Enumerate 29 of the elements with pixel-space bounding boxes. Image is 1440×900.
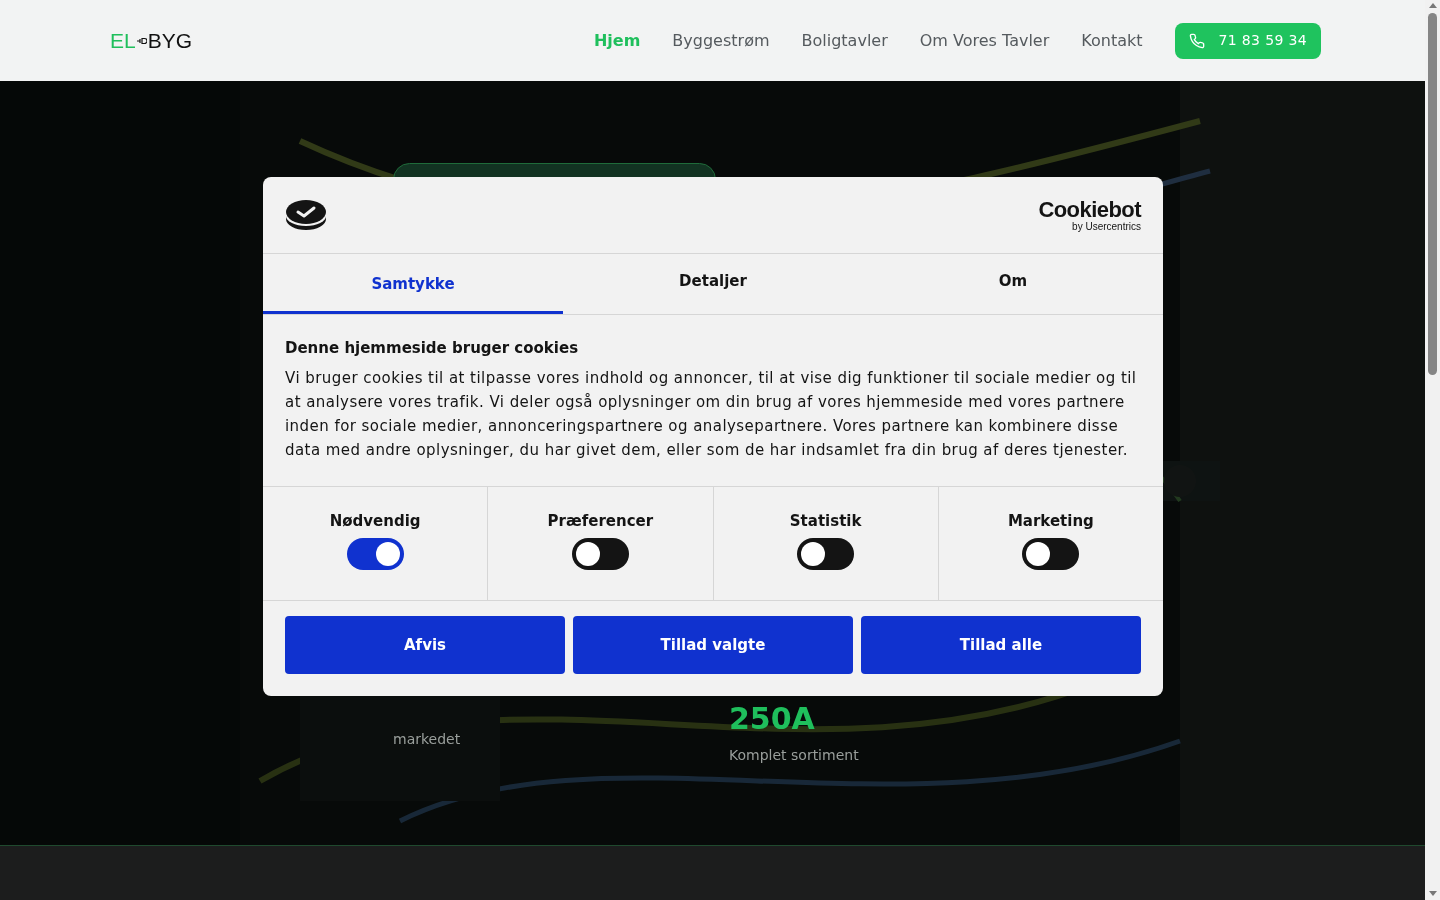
toggle-label: Nødvendig <box>329 511 421 531</box>
dialog-tab[interactable]: Samtykke <box>263 254 563 314</box>
logo[interactable]: EL BYG <box>110 30 193 51</box>
dialog-text: Vi bruger cookies til at tilpasse vores indhold og annoncer, til at vise dig funktioner til sociale medier og til at analysere vores trafik. Vi deler også oplysninger om din brug af vores hjemmeside med vores partnere inden for sociale medier, annonceringspartnere og analysepartnere. Vores partnere kan kombinere disse data med andre oplysninger, du har givet dem, eller som de har indsamlet fra din brug af deres tjenester. <box>285 368 1138 461</box>
nav-link[interactable]: Kontakt <box>1081 28 1143 53</box>
phone-icon <box>1188 32 1205 49</box>
cookiebot-logo[interactable]: Cookiebot by Usercentrics <box>1038 198 1141 232</box>
nav-link[interactable]: Byggestrøm <box>672 28 770 53</box>
stat-label: Komplet sortiment <box>729 746 860 765</box>
nav-link[interactable]: Boligtavler <box>801 28 888 53</box>
consent-button[interactable]: Tillad alle <box>861 616 1141 674</box>
nav-link[interactable]: Om Vores Tavler <box>919 28 1050 53</box>
stat-label: markedet <box>393 730 462 749</box>
toggle-label: Marketing <box>1007 511 1094 531</box>
toggle-label: Statistik <box>789 511 862 531</box>
toggle-switch[interactable] <box>1022 538 1080 570</box>
stat-value: 250A <box>729 701 816 737</box>
dialog-tab[interactable]: Om <box>863 254 1163 314</box>
plug-icon <box>136 36 147 45</box>
toggle-switch[interactable] <box>797 538 855 570</box>
scrollbar[interactable] <box>1425 0 1440 900</box>
toggle-label: Præferencer <box>547 511 654 531</box>
toggle-switch[interactable] <box>571 538 629 570</box>
consent-button[interactable]: Tillad valgte <box>573 616 853 674</box>
toggle-switch[interactable] <box>346 538 404 570</box>
consent-button[interactable]: Afvis <box>285 616 565 674</box>
cookie-check-icon <box>285 199 327 231</box>
dialog-tab[interactable]: Detaljer <box>563 254 863 314</box>
dialog-heading: Denne hjemmeside bruger cookies <box>285 338 580 358</box>
